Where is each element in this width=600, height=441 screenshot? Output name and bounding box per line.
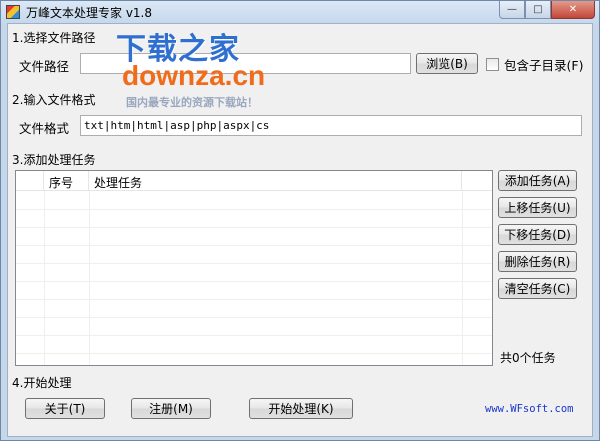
row-divider: [16, 353, 492, 354]
window-title: 万峰文本处理专家 v1.8: [26, 6, 153, 20]
column-header-task[interactable]: 处理任务: [89, 171, 462, 191]
app-window: 万峰文本处理专家 v1.8 — □ ✕ 1.选择文件路径 文件路径 浏览(B) …: [0, 0, 600, 441]
row-divider: [16, 299, 492, 300]
column-divider: [89, 191, 90, 365]
section-title-tasks: 3.添加处理任务: [12, 153, 96, 167]
section-title-start: 4.开始处理: [12, 376, 72, 390]
watermark-sub: 国内最专业的资源下载站！: [126, 96, 258, 109]
row-divider: [16, 227, 492, 228]
column-divider: [462, 191, 463, 365]
start-button[interactable]: 开始处理(K): [249, 398, 353, 419]
clear-tasks-button[interactable]: 清空任务(C): [498, 278, 577, 299]
row-divider: [16, 317, 492, 318]
column-header-index[interactable]: 序号: [44, 171, 89, 191]
move-down-button[interactable]: 下移任务(D): [498, 224, 577, 245]
path-input[interactable]: [80, 53, 411, 74]
section-title-path: 1.选择文件路径: [12, 31, 96, 45]
section-title-format: 2.输入文件格式: [12, 93, 96, 107]
row-divider: [16, 335, 492, 336]
row-divider: [16, 209, 492, 210]
browse-button[interactable]: 浏览(B): [416, 53, 478, 74]
register-button[interactable]: 注册(M): [131, 398, 211, 419]
column-blank: [16, 171, 44, 191]
row-divider: [16, 263, 492, 264]
move-up-button[interactable]: 上移任务(U): [498, 197, 577, 218]
close-button[interactable]: ✕: [551, 1, 595, 19]
about-button[interactable]: 关于(T): [25, 398, 105, 419]
window-controls: — □ ✕: [499, 1, 595, 19]
maximize-button[interactable]: □: [525, 1, 551, 19]
add-task-button[interactable]: 添加任务(A): [498, 170, 577, 191]
website-link[interactable]: www.WFsoft.com: [485, 403, 574, 415]
delete-task-button[interactable]: 删除任务(R): [498, 251, 577, 272]
table-header: 序号 处理任务: [16, 171, 492, 191]
row-divider: [16, 245, 492, 246]
format-input[interactable]: txt|htm|html|asp|php|aspx|cs: [80, 115, 582, 136]
row-divider: [16, 281, 492, 282]
app-icon: [6, 5, 20, 19]
title-bar[interactable]: 万峰文本处理专家 v1.8 — □ ✕: [1, 1, 599, 23]
format-label: 文件格式: [19, 121, 70, 136]
checkbox-box[interactable]: [486, 58, 499, 71]
task-table[interactable]: 序号 处理任务: [15, 170, 493, 366]
minimize-button[interactable]: —: [499, 1, 525, 19]
include-subdir-label: 包含子目录(F): [504, 58, 584, 73]
path-label: 文件路径: [19, 59, 70, 74]
include-subdir-checkbox[interactable]: 包含子目录(F): [486, 55, 583, 74]
task-count: 共0个任务: [500, 351, 556, 365]
column-divider: [44, 191, 45, 365]
main-panel: 1.选择文件路径 文件路径 浏览(B) 包含子目录(F) 2.输入文件格式 文件…: [7, 23, 593, 437]
